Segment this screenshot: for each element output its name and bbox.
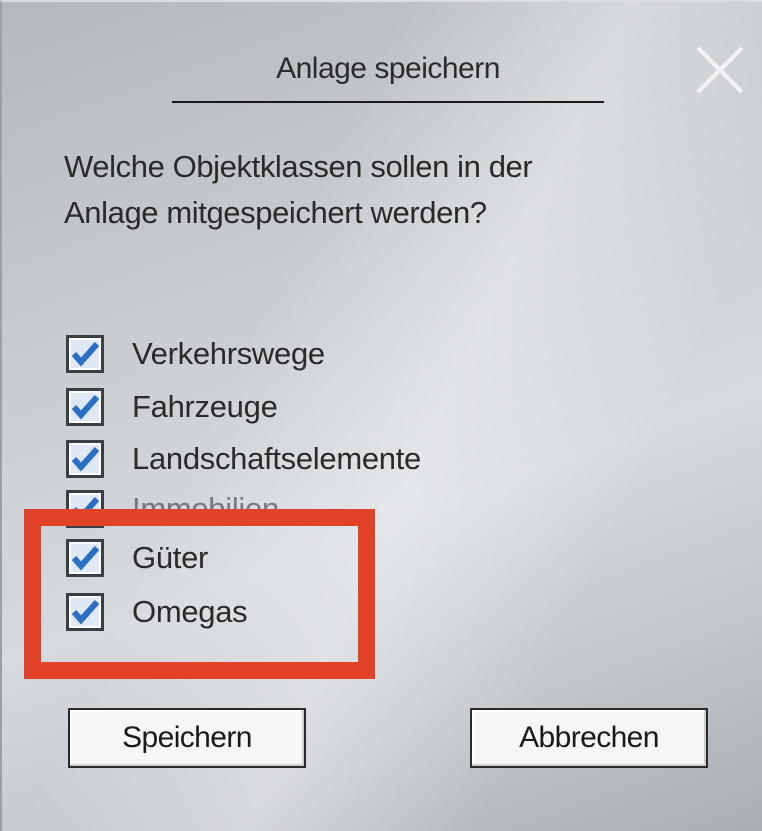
checkbox-checked-icon[interactable] bbox=[66, 440, 104, 478]
close-icon bbox=[696, 46, 744, 94]
question-line-1: Welche Objektklassen sollen in der bbox=[64, 149, 533, 184]
checkbox-checked-icon[interactable] bbox=[66, 335, 104, 373]
save-button[interactable]: Speichern bbox=[68, 708, 306, 768]
checkbox-label: Fahrzeuge bbox=[132, 389, 278, 424]
checkbox-label: Verkehrswege bbox=[132, 336, 325, 371]
question-text: Welche Objektklassen sollen in der Anlag… bbox=[64, 144, 664, 236]
title-underline bbox=[172, 101, 604, 103]
checkbox-label: Landschaftselemente bbox=[132, 441, 421, 476]
checkbox-landschaftselemente[interactable]: Landschaftselemente bbox=[66, 438, 421, 480]
checkbox-verkehrswege[interactable]: Verkehrswege bbox=[66, 333, 325, 375]
dialog-title: Anlage speichern bbox=[276, 52, 500, 85]
close-button[interactable] bbox=[692, 42, 748, 98]
checkbox-checked-icon[interactable] bbox=[66, 388, 104, 426]
highlight-annotation-box bbox=[24, 509, 375, 679]
save-layout-dialog: Anlage speichern Welche Objektklassen so… bbox=[0, 0, 762, 831]
checkbox-fahrzeuge[interactable]: Fahrzeuge bbox=[66, 386, 278, 428]
cancel-button[interactable]: Abbrechen bbox=[470, 708, 708, 768]
question-line-2: Anlage mitgespeichert werden? bbox=[64, 195, 487, 230]
